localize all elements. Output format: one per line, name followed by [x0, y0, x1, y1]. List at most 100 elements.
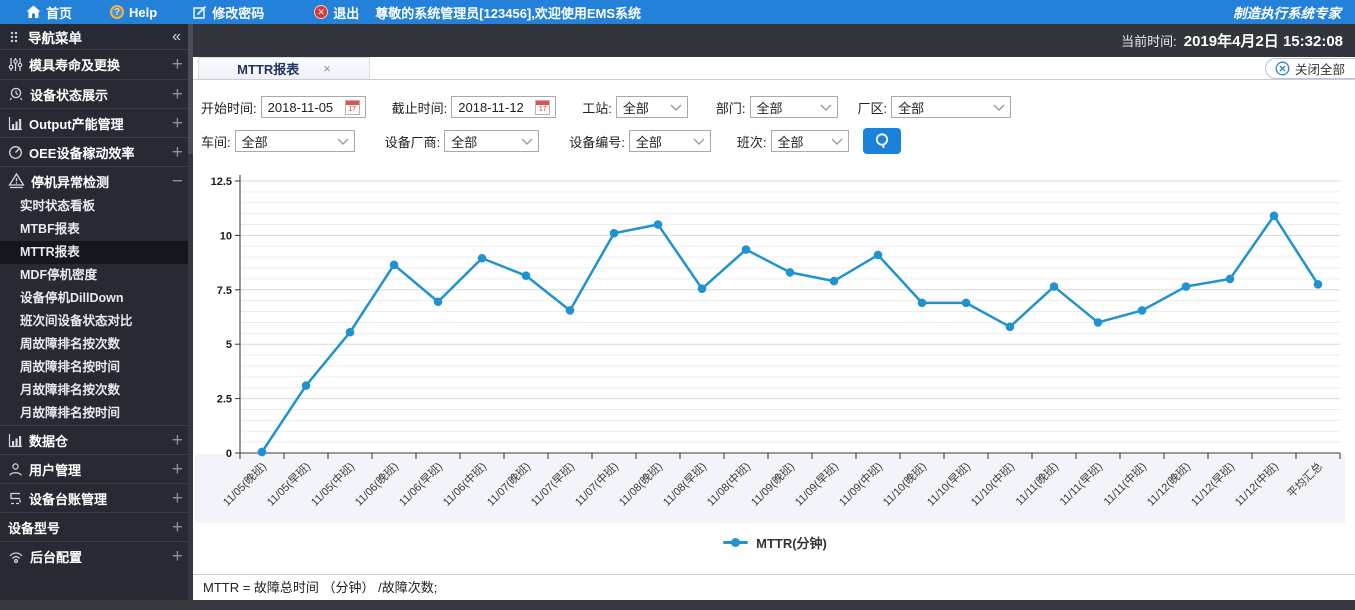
legend-item-mttr[interactable]: MTTR(分钟) — [195, 530, 1355, 554]
gauge-icon — [8, 145, 23, 160]
end-date-input[interactable]: 2018-11-12 17 — [451, 96, 557, 118]
shift-value: 全部 — [777, 134, 804, 150]
sidebar-groups: 模具寿命及更换 + 设备状态展示 + Output产能管理 + OEE设备稼动效率 + 停机异常… — [0, 50, 193, 570]
workshop-select[interactable]: 全部 — [234, 130, 355, 152]
sidebar-group-设备型号[interactable]: 设备型号 + — [0, 512, 193, 541]
search-button[interactable] — [862, 128, 901, 154]
device-no-value: 全部 — [635, 134, 662, 150]
start-date-input[interactable]: 2018-11-05 17 — [260, 96, 366, 118]
status-icon — [8, 86, 24, 102]
sidebar-group-label: 设备台账管理 — [29, 491, 108, 507]
current-time-label: 当前时间: — [1121, 34, 1177, 49]
calendar-icon[interactable]: 17 — [344, 99, 360, 115]
edit-icon — [193, 5, 207, 19]
home-button[interactable]: 首页 — [26, 3, 72, 22]
department-select[interactable]: 全部 — [749, 96, 838, 118]
home-icon — [26, 5, 41, 18]
sidebar-item-实时状态看板[interactable]: 实时状态看板 — [0, 195, 193, 218]
sidebar-group-label: OEE设备稼动效率 — [29, 145, 135, 161]
device-no-select[interactable]: 全部 — [628, 130, 711, 152]
sidebar-group-停机异常检测[interactable]: 停机异常检测 − — [0, 166, 193, 195]
sidebar-item-设备停机DillDown[interactable]: 设备停机DillDown — [0, 287, 193, 310]
sidebar-group-OEE设备稼动效率[interactable]: OEE设备稼动效率 + — [0, 137, 193, 166]
sidebar-group-label: 停机异常检测 — [31, 174, 110, 190]
sidebar-group-设备状态展示[interactable]: 设备状态展示 + — [0, 79, 193, 108]
help-button[interactable]: ? Help — [110, 5, 157, 20]
barchart-icon — [8, 116, 23, 131]
main-area: 当前时间: 2019年4月2日 15:32:08 MTTR报表 × 关闭全部 开… — [193, 24, 1355, 600]
station-select[interactable]: 全部 — [615, 96, 688, 118]
mttr-line-chart[interactable]: 0 2.5 5 7.5 10 12.5 11/05(晚班) 11/05(早班) 11/05(中班… — [195, 166, 1355, 528]
sidebar-item-月故障排名按时间[interactable]: 月故障排名按时间 — [0, 402, 193, 425]
sidebar-group-label: 用户管理 — [29, 462, 82, 478]
vendor-label: 设备厂商: — [384, 134, 441, 150]
sidebar-title: 导航菜单 — [28, 30, 82, 46]
vendor-value: 全部 — [451, 134, 478, 150]
sidebar-group-Output产能管理[interactable]: Output产能管理 + — [0, 108, 193, 137]
barchart-icon — [8, 433, 23, 448]
factory-select[interactable]: 全部 — [891, 96, 1012, 118]
svg-text:7.5: 7.5 — [217, 285, 232, 297]
change-password-button[interactable]: 修改密码 — [193, 3, 264, 22]
help-icon: ? — [110, 5, 125, 19]
help-label: Help — [129, 4, 158, 20]
svg-text:10: 10 — [220, 230, 232, 242]
sidebar-item-周故障排名按次数[interactable]: 周故障排名按次数 — [0, 333, 193, 356]
sidebar-group-设备台账管理[interactable]: 设备台账管理 + — [0, 483, 193, 512]
expand-plus-icon[interactable]: + — [172, 489, 183, 508]
legend-label: MTTR(分钟) — [756, 535, 827, 551]
shift-select[interactable]: 全部 — [770, 130, 849, 152]
sidebar-item-MDF停机密度[interactable]: MDF停机密度 — [0, 264, 193, 287]
formula-bar: MTTR = 故障总时间 （分钟） /故障次数; — [193, 574, 1355, 600]
workshop-label: 车间: — [201, 134, 231, 150]
chevron-down-icon — [521, 138, 533, 145]
sidebar-group-用户管理[interactable]: 用户管理 + — [0, 454, 193, 483]
tab-bar: MTTR报表 × 关闭全部 — [193, 57, 1355, 80]
expand-plus-icon[interactable]: + — [172, 85, 183, 104]
expand-plus-icon[interactable]: + — [172, 55, 183, 74]
filter-row-1: 开始时间: 2018-11-05 17 截止时间: 2018-11-12 17 工站: 全部部… — [201, 94, 1355, 120]
sidebar-item-月故障排名按次数[interactable]: 月故障排名按次数 — [0, 379, 193, 402]
logout-button[interactable]: ✕ 退出 — [314, 3, 359, 22]
expand-plus-icon[interactable]: + — [172, 547, 183, 566]
tab-mttr-report[interactable]: MTTR报表 × — [198, 57, 370, 79]
calendar-icon[interactable]: 17 — [535, 99, 551, 115]
sidebar-group-模具寿命及更换[interactable]: 模具寿命及更换 + — [0, 50, 193, 79]
expand-plus-icon[interactable]: + — [172, 460, 183, 479]
expand-plus-icon[interactable]: + — [172, 143, 183, 162]
sidebar-group-label: 设备状态展示 — [30, 87, 109, 103]
tab-close-icon[interactable]: × — [323, 61, 331, 76]
sidebar-item-周故障排名按时间[interactable]: 周故障排名按时间 — [0, 356, 193, 379]
sidebar-item-MTBF报表[interactable]: MTBF报表 — [0, 218, 193, 241]
chevron-down-icon — [693, 138, 705, 145]
sidebar-group-后台配置[interactable]: 后台配置 + — [0, 541, 193, 570]
config-icon — [8, 549, 24, 564]
sidebar-collapse-icon[interactable]: « — [172, 28, 181, 46]
close-all-button[interactable]: 关闭全部 — [1264, 58, 1355, 79]
expand-plus-icon[interactable]: + — [172, 518, 183, 537]
chevron-down-icon — [337, 138, 349, 145]
current-time-value: 2019年4月2日 15:32:08 — [1183, 33, 1343, 50]
home-label: 首页 — [46, 5, 73, 21]
ledger-icon — [8, 491, 23, 506]
expand-plus-icon[interactable]: + — [172, 114, 183, 133]
vendor-select[interactable]: 全部 — [444, 130, 540, 152]
chevron-down-icon — [670, 104, 682, 111]
sidebar-group-数据仓[interactable]: 数据仓 + — [0, 425, 193, 454]
factory-value: 全部 — [898, 100, 925, 116]
sidebar-header: 导航菜单 « — [0, 24, 193, 50]
sidebar-item-MTTR报表[interactable]: MTTR报表 — [0, 241, 193, 264]
sliders-icon — [8, 57, 23, 72]
svg-text:5: 5 — [226, 339, 232, 351]
sidebar-group-label: 设备型号 — [8, 520, 61, 536]
expand-plus-icon[interactable]: + — [172, 431, 183, 450]
svg-text:0: 0 — [226, 448, 232, 460]
circle-close-icon — [1275, 61, 1290, 76]
infobar: 当前时间: 2019年4月2日 15:32:08 — [193, 24, 1355, 57]
sidebar-item-班次间设备状态对比[interactable]: 班次间设备状态对比 — [0, 310, 193, 333]
sidebar-group-label: 数据仓 — [29, 433, 69, 449]
logout-icon: ✕ — [314, 5, 329, 19]
filter-panel: 开始时间: 2018-11-05 17 截止时间: 2018-11-12 17 工站: 全部部… — [193, 80, 1355, 154]
collapse-minus-icon[interactable]: − — [172, 172, 183, 191]
sidebar: 导航菜单 « 模具寿命及更换 + 设备状态展示 + Output产能管理 + OEE设备稼动… — [0, 24, 193, 600]
